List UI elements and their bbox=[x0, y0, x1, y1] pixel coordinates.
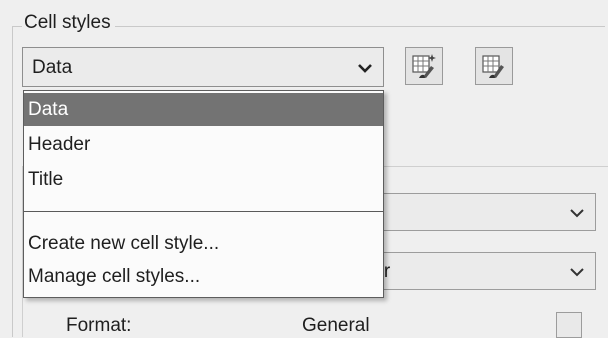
chevron-down-icon bbox=[358, 64, 372, 73]
manage-cell-styles-button[interactable] bbox=[475, 47, 513, 85]
dropdown-action-create-new-cell-style[interactable]: Create new cell style... bbox=[24, 227, 383, 260]
format-value: General bbox=[302, 315, 370, 336]
dropdown-option-title[interactable]: Title bbox=[24, 163, 383, 196]
cell-style-combobox[interactable]: Data bbox=[22, 47, 384, 87]
format-label: Format: bbox=[66, 315, 132, 336]
dropdown-action-manage-cell-styles[interactable]: Manage cell styles... bbox=[24, 260, 383, 293]
create-new-cell-style-button[interactable] bbox=[405, 47, 443, 85]
cell-styles-group-title: Cell styles bbox=[22, 12, 115, 34]
dropdown-option-data[interactable]: Data bbox=[24, 93, 383, 126]
cell-style-combobox-value: Data bbox=[32, 57, 73, 78]
table-brush-icon bbox=[482, 55, 504, 78]
format-browse-button[interactable] bbox=[556, 312, 582, 338]
dropdown-separator bbox=[24, 211, 383, 212]
chevron-down-icon bbox=[570, 209, 584, 218]
cell-style-dropdown-list: Data Header Title Create new cell style.… bbox=[23, 90, 384, 298]
table-sparkle-icon bbox=[412, 54, 436, 78]
dropdown-option-header[interactable]: Header bbox=[24, 128, 383, 161]
chevron-down-icon bbox=[570, 268, 584, 277]
